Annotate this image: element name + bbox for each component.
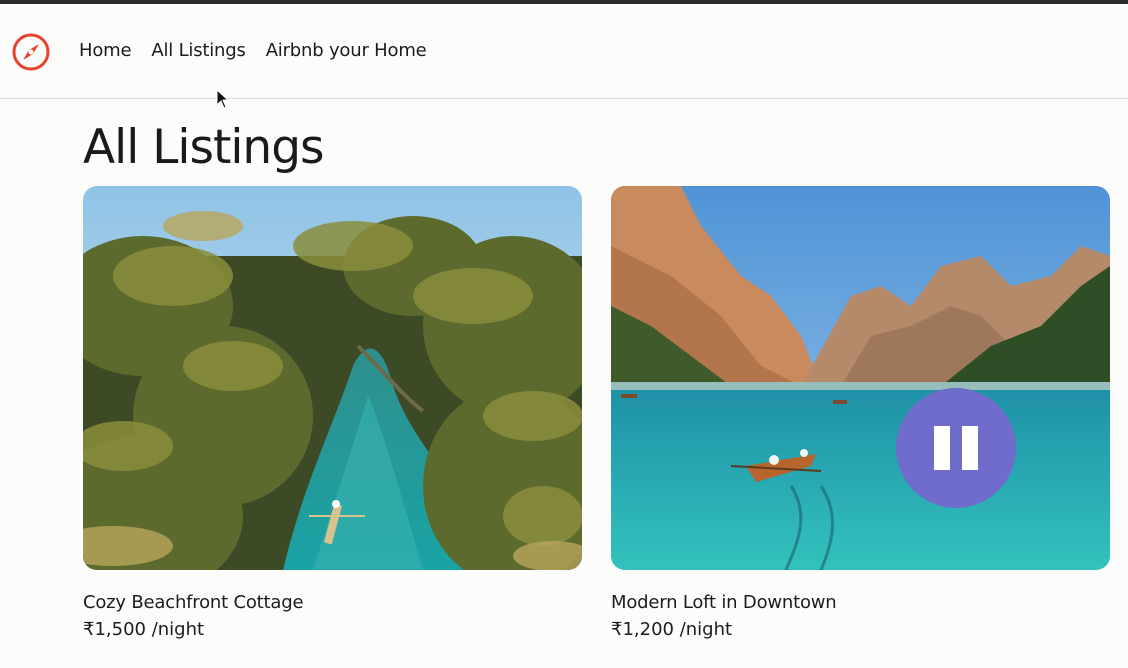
mouse-cursor-icon: [216, 88, 230, 109]
listing-title[interactable]: Cozy Beachfront Cottage: [83, 592, 582, 613]
pause-button[interactable]: [896, 388, 1016, 508]
page-title: All Listings: [83, 120, 325, 175]
nav-link-all-listings[interactable]: All Listings: [151, 40, 246, 61]
compass-icon[interactable]: [11, 32, 51, 72]
listing-card[interactable]: Modern Loft in Downtown ₹1,200 /night: [611, 186, 1110, 640]
listing-price: ₹1,500 /night: [83, 619, 205, 640]
nav-link-airbnb-your-home[interactable]: Airbnb your Home: [266, 40, 427, 61]
listing-title[interactable]: Modern Loft in Downtown: [611, 592, 1110, 613]
listing-price: ₹1,200 /night: [611, 619, 733, 640]
nav-links: Home All Listings Airbnb your Home: [79, 40, 427, 61]
nav-link-home[interactable]: Home: [79, 40, 132, 61]
listing-image[interactable]: [611, 186, 1110, 570]
listing-image[interactable]: [83, 186, 582, 570]
pause-icon: [934, 426, 950, 470]
pause-icon: [962, 426, 978, 470]
listing-card[interactable]: Cozy Beachfront Cottage ₹1,500 /night: [83, 186, 582, 640]
navbar: Home All Listings Airbnb your Home: [0, 4, 1128, 99]
